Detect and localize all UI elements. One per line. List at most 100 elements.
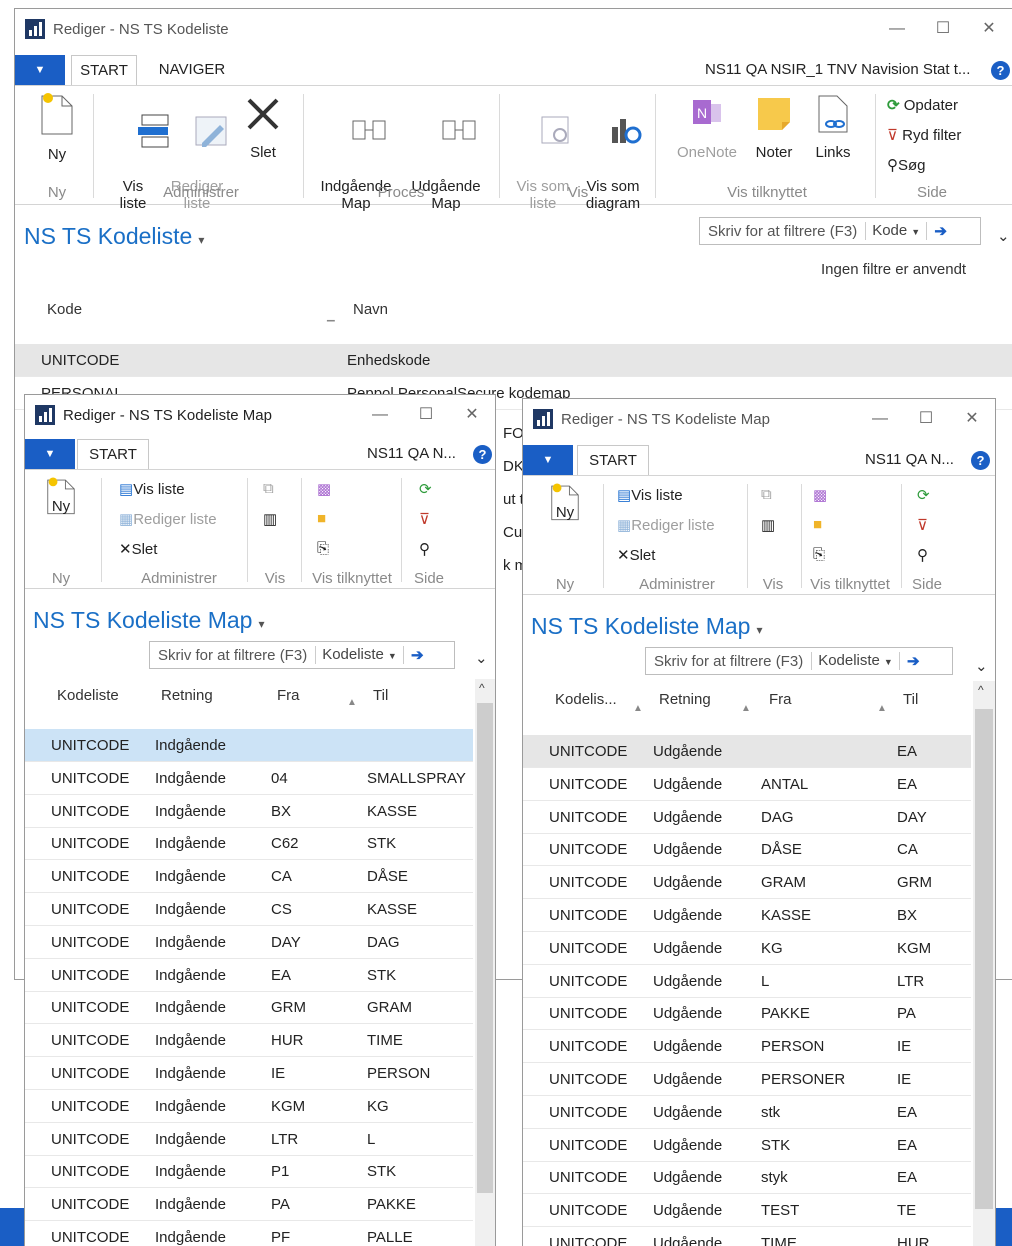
new-button[interactable]: Ny bbox=[543, 482, 587, 521]
table-row[interactable]: UNITCODE Udgående ANTAL EA bbox=[523, 768, 971, 801]
scrollbar[interactable]: ^ bbox=[973, 681, 995, 1246]
table-row[interactable]: UNITCODE Udgående KG KGM bbox=[523, 932, 971, 965]
links-icon[interactable]: ⎘ bbox=[317, 540, 329, 557]
notes-icon[interactable]: ■ bbox=[813, 516, 822, 533]
table-row[interactable]: UNITCODE Enhedskode bbox=[15, 344, 1012, 377]
table-row[interactable]: UNITCODE Indgående P1 STK bbox=[25, 1155, 473, 1189]
maximize-button[interactable]: ☐ bbox=[403, 395, 449, 435]
table-row[interactable]: UNITCODE Indgående IE PERSON bbox=[25, 1057, 473, 1090]
table-row[interactable]: UNITCODE Udgående PERSON IE bbox=[523, 1030, 971, 1064]
view-as-chart-button[interactable]: Vis som diagram bbox=[581, 94, 645, 246]
tab-start[interactable]: START bbox=[577, 445, 649, 475]
expand-chevron-icon[interactable]: ⌄ bbox=[475, 649, 488, 667]
help-icon[interactable]: ? bbox=[473, 445, 492, 464]
minimize-button[interactable]: — bbox=[857, 399, 903, 439]
table-row[interactable]: UNITCODE Udgående PAKKE PA bbox=[523, 997, 971, 1031]
scroll-up-icon[interactable]: ^ bbox=[479, 681, 485, 695]
table-row[interactable]: UNITCODE Indgående KGM KG bbox=[25, 1090, 473, 1123]
chevron-down-icon[interactable]: ▾ bbox=[258, 617, 264, 631]
column-header-fra[interactable]: Fra bbox=[277, 687, 300, 704]
close-button[interactable]: ✕ bbox=[449, 395, 495, 435]
scrollbar-thumb[interactable] bbox=[975, 709, 993, 1209]
table-row[interactable]: UNITCODE Udgående PERSONER IE bbox=[523, 1063, 971, 1096]
notes-icon[interactable]: ■ bbox=[317, 510, 326, 527]
table-row[interactable]: UNITCODE Udgående EA bbox=[523, 735, 971, 768]
table-row[interactable]: UNITCODE Udgående DÅSE CA bbox=[523, 833, 971, 867]
filter-box[interactable]: Skriv for at filtrere (F3) Kodeliste ▼ ➔ bbox=[149, 641, 455, 669]
close-button[interactable]: ✕ bbox=[966, 9, 1012, 49]
minimize-button[interactable]: — bbox=[874, 9, 920, 49]
view-as-list-button[interactable]: Vis som liste bbox=[511, 94, 575, 246]
filter-box[interactable]: Skriv for at filtrere (F3) Kodeliste ▼ ➔ bbox=[645, 647, 953, 675]
app-menu-button[interactable]: ▼ bbox=[25, 439, 75, 469]
filter-field-select[interactable]: Kodeliste ▼ bbox=[811, 652, 899, 670]
page-title[interactable]: NS TS Kodeliste Map ▾ bbox=[33, 607, 265, 634]
table-row[interactable]: UNITCODE Indgående PA PAKKE bbox=[25, 1188, 473, 1222]
clear-filter-icon[interactable]: ⊽ bbox=[419, 510, 430, 528]
refresh-icon[interactable]: ⟳ bbox=[419, 480, 432, 498]
refresh-button[interactable]: ⟳ Opdater bbox=[887, 96, 958, 114]
chart-view-icon[interactable]: ▥ bbox=[263, 510, 277, 528]
table-row[interactable]: UNITCODE Indgående CA DÅSE bbox=[25, 860, 473, 894]
table-row[interactable]: UNITCODE Indgående BX KASSE bbox=[25, 795, 473, 828]
table-row[interactable]: UNITCODE Udgående STK EA bbox=[523, 1129, 971, 1162]
table-row[interactable]: UNITCODE Indgående EA STK bbox=[25, 959, 473, 992]
table-row[interactable]: UNITCODE Indgående DAY DAG bbox=[25, 926, 473, 959]
table-row[interactable]: UNITCODE Udgående KASSE BX bbox=[523, 899, 971, 932]
list-view-icon[interactable]: ⧉ bbox=[761, 486, 772, 503]
table-row[interactable]: UNITCODE Udgående TEST TE bbox=[523, 1194, 971, 1228]
filter-field-select[interactable]: Kode ▼ bbox=[865, 222, 926, 240]
column-header-kode[interactable]: Kode bbox=[47, 301, 82, 318]
links-button[interactable]: Links bbox=[811, 94, 855, 161]
refresh-icon[interactable]: ⟳ bbox=[917, 486, 930, 504]
onenote-button[interactable]: N OneNote bbox=[667, 94, 747, 161]
edit-list-button[interactable]: ▦Rediger liste bbox=[617, 516, 715, 534]
minimize-button[interactable]: — bbox=[357, 395, 403, 435]
chevron-down-icon[interactable]: ▾ bbox=[198, 233, 204, 247]
arrow-right-icon[interactable]: ➔ bbox=[898, 652, 927, 670]
filter-field-select[interactable]: Kodeliste ▼ bbox=[315, 646, 403, 664]
clear-filter-icon[interactable]: ⊽ bbox=[917, 516, 928, 534]
table-row[interactable]: UNITCODE Indgående GRM GRAM bbox=[25, 991, 473, 1025]
chevron-down-icon[interactable]: ▾ bbox=[756, 623, 762, 637]
delete-button[interactable]: ✕Slet bbox=[119, 540, 157, 558]
tab-start[interactable]: START bbox=[71, 55, 137, 85]
scrollbar[interactable]: ^ bbox=[475, 679, 495, 1246]
filter-input[interactable]: Skriv for at filtrere (F3) bbox=[646, 653, 811, 670]
table-row[interactable]: UNITCODE Indgående HUR TIME bbox=[25, 1024, 473, 1058]
view-list-button[interactable]: ▤Vis liste bbox=[617, 486, 683, 504]
arrow-right-icon[interactable]: ➔ bbox=[402, 646, 431, 664]
close-button[interactable]: ✕ bbox=[949, 399, 995, 439]
filter-input[interactable]: Skriv for at filtrere (F3) bbox=[150, 647, 315, 664]
new-button[interactable]: Ny bbox=[35, 92, 79, 163]
column-header-kodeliste[interactable]: Kodeliste bbox=[57, 687, 119, 704]
column-header-kodeliste[interactable]: Kodelis... bbox=[555, 691, 617, 708]
table-row[interactable]: UNITCODE Udgående DAG DAY bbox=[523, 801, 971, 834]
table-row[interactable]: UNITCODE Udgående styk EA bbox=[523, 1161, 971, 1195]
tab-naviger[interactable]: NAVIGER bbox=[151, 55, 233, 85]
binoculars-icon[interactable]: ⚲ bbox=[917, 546, 928, 564]
table-row[interactable]: UNITCODE Udgående L LTR bbox=[523, 965, 971, 998]
page-title[interactable]: NS TS Kodeliste ▾ bbox=[24, 223, 204, 250]
scroll-up-icon[interactable]: ^ bbox=[978, 683, 984, 697]
outbound-map-button[interactable]: Udgående Map bbox=[405, 94, 487, 246]
maximize-button[interactable]: ☐ bbox=[903, 399, 949, 439]
arrow-right-icon[interactable]: ➔ bbox=[926, 222, 954, 240]
page-title[interactable]: NS TS Kodeliste Map ▾ bbox=[531, 613, 763, 640]
table-row[interactable]: UNITCODE Indgående 04 SMALLSPRAY bbox=[25, 762, 473, 795]
delete-button[interactable]: Slet bbox=[241, 94, 285, 161]
column-header-fra[interactable]: Fra bbox=[769, 691, 792, 708]
table-row[interactable]: UNITCODE Udgående GRAM GRM bbox=[523, 866, 971, 900]
table-row[interactable]: UNITCODE Indgående LTR L bbox=[25, 1123, 473, 1156]
new-button[interactable]: Ny bbox=[39, 476, 83, 515]
app-menu-button[interactable]: ▼ bbox=[15, 55, 65, 85]
links-icon[interactable]: ⎘ bbox=[813, 546, 825, 563]
column-header-til[interactable]: Til bbox=[373, 687, 388, 704]
inbound-map-button[interactable]: Indgående Map bbox=[315, 94, 397, 246]
find-button[interactable]: ⚲Søg bbox=[887, 156, 926, 174]
help-icon[interactable]: ? bbox=[971, 451, 990, 470]
table-row[interactable]: UNITCODE Indgående bbox=[25, 729, 473, 762]
column-header-navn[interactable]: Navn bbox=[353, 301, 388, 318]
column-header-til[interactable]: Til bbox=[903, 691, 918, 708]
filter-box[interactable]: Skriv for at filtrere (F3) Kode ▼ ➔ bbox=[699, 217, 981, 245]
